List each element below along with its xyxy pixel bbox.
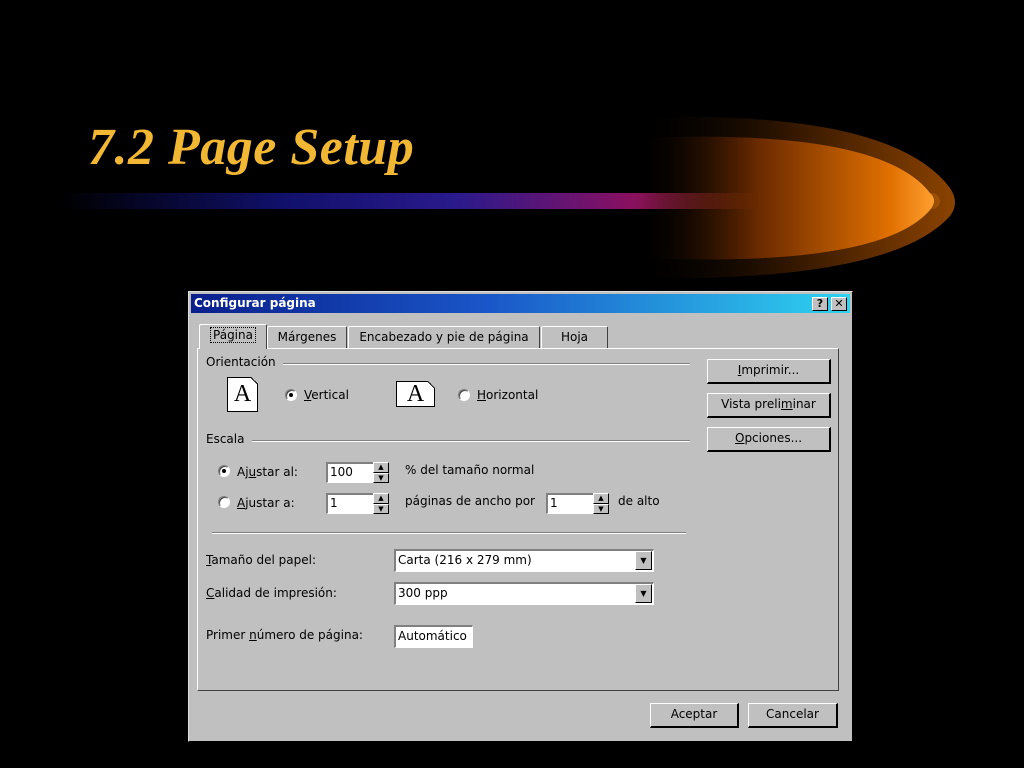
decorative-comet [630, 116, 955, 279]
paper-size-value: Carta (216 x 279 mm) [398, 553, 532, 567]
tab-hoja[interactable]: Hoja [541, 326, 608, 348]
scale-divider [252, 440, 690, 442]
tab-margenes[interactable]: Márgenes [267, 326, 347, 348]
tab-pagina[interactable]: Página [199, 324, 267, 349]
adjust-to-spinner[interactable]: ▲ ▼ [373, 462, 389, 483]
first-page-number-input[interactable]: Automático [394, 625, 473, 648]
print-quality-value: 300 ppp [398, 586, 448, 600]
vertical-radio[interactable] [285, 389, 297, 401]
spinner-down-icon[interactable]: ▼ [373, 503, 389, 514]
fit-to-radio[interactable] [218, 496, 230, 508]
horizontal-radio[interactable] [458, 389, 470, 401]
dialog-titlebar[interactable]: Configurar página ? ✕ [191, 294, 850, 313]
spinner-up-icon[interactable]: ▲ [373, 493, 389, 504]
paper-size-select[interactable]: Carta (216 x 279 mm) [394, 549, 654, 572]
scale-group-label: Escala [206, 432, 245, 446]
first-page-number-label: Primer número de página: [206, 628, 363, 642]
fit-height-spinner[interactable]: ▲ ▼ [593, 493, 609, 514]
scale-bottom-divider [212, 532, 686, 534]
print-quality-label: Calidad de impresión: [206, 586, 337, 600]
horizontal-label[interactable]: Horizontal [477, 388, 538, 402]
orientation-divider [283, 363, 690, 365]
orientation-group-label: Orientación [206, 355, 276, 369]
vertical-label[interactable]: Vertical [304, 388, 349, 402]
adjust-to-suffix: % del tamaño normal [405, 463, 535, 477]
fit-width-suffix: páginas de ancho por [405, 494, 535, 508]
adjust-to-label[interactable]: Ajustar al: [237, 465, 298, 479]
slide-title: 7.2 Page Setup [88, 119, 415, 176]
fit-height-suffix: de alto [618, 494, 660, 508]
chevron-down-icon[interactable]: ▼ [635, 584, 652, 603]
fit-width-input[interactable]: 1 [326, 493, 375, 514]
cancel-button[interactable]: Cancelar [748, 703, 838, 728]
adjust-to-radio[interactable] [218, 465, 230, 477]
print-quality-select[interactable]: 300 ppp [394, 582, 654, 605]
fit-to-label[interactable]: Ajustar a: [237, 496, 295, 510]
dialog-title: Configurar página [194, 296, 316, 310]
ok-button[interactable]: Aceptar [650, 703, 739, 728]
fit-width-spinner[interactable]: ▲ ▼ [373, 493, 389, 514]
tab-encabezado[interactable]: Encabezado y pie de página [348, 326, 540, 348]
chevron-down-icon[interactable]: ▼ [635, 551, 652, 570]
adjust-to-input[interactable]: 100 [326, 462, 375, 483]
fit-height-input[interactable]: 1 [546, 493, 595, 514]
spinner-down-icon[interactable]: ▼ [593, 503, 609, 514]
spinner-up-icon[interactable]: ▲ [373, 462, 389, 473]
tab-label: Página [210, 327, 256, 343]
help-button[interactable]: ? [812, 297, 828, 311]
paper-size-label: Tamaño del papel: [206, 553, 316, 567]
close-button[interactable]: ✕ [831, 297, 847, 311]
portrait-page-icon: A [227, 377, 258, 412]
landscape-page-icon: A [396, 381, 435, 407]
spinner-up-icon[interactable]: ▲ [593, 493, 609, 504]
spinner-down-icon[interactable]: ▼ [373, 472, 389, 483]
